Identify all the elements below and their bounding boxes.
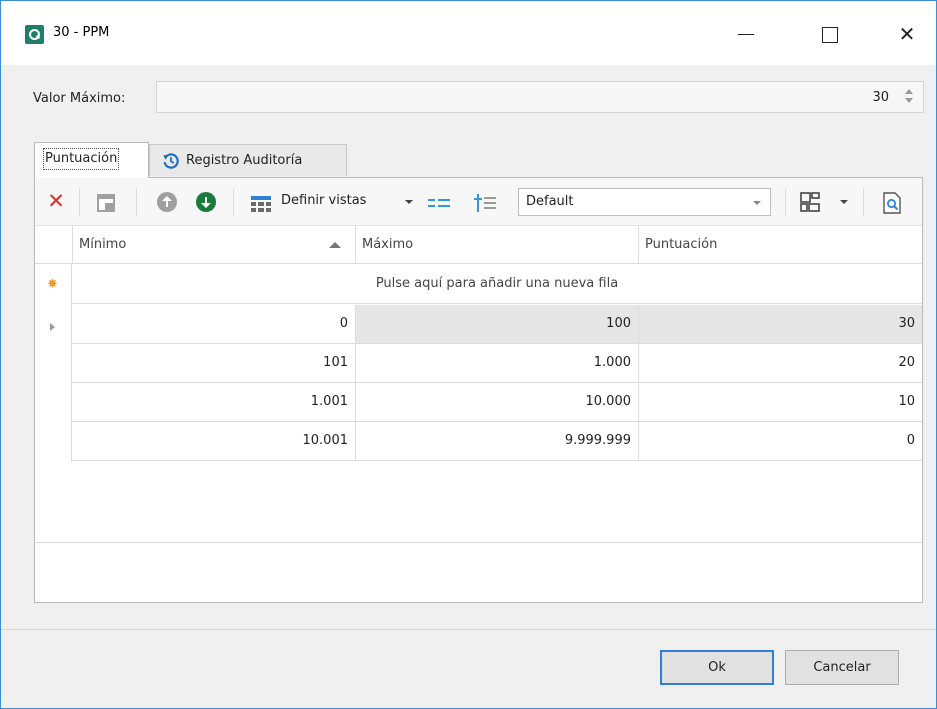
expand-lines-icon[interactable] [474,194,496,212]
history-icon [163,153,179,169]
sort-ascending-icon [329,242,341,248]
grid-header: Mínimo Máximo Puntuación [35,226,922,264]
window-title: 30 - PPM [53,25,110,40]
column-header-label: Máximo [362,237,414,252]
toolbar-separator [863,188,864,216]
table-row[interactable]: 101 1.000 20 [72,344,922,383]
cell-puntuacion[interactable]: 0 [638,422,922,460]
cell-maximo[interactable]: 9.999.999 [355,422,638,460]
move-down-icon[interactable] [196,192,216,212]
column-header-maximo[interactable]: Máximo [355,226,638,264]
app-logo-icon [25,25,44,44]
puntuacion-panel: ✕ Definir vistas Default Mínimo Máximo P… [34,177,923,603]
cell-minimo[interactable]: 1.001 [72,383,355,421]
window-icon[interactable] [97,194,115,212]
spin-down-icon[interactable] [905,98,913,103]
valor-maximo-value: 30 [872,90,889,105]
current-row-indicator-icon [50,323,55,331]
chevron-down-icon[interactable] [405,200,413,204]
cancel-button[interactable]: Cancelar [785,650,899,685]
spin-up-icon[interactable] [905,89,913,94]
cell-maximo[interactable]: 1.000 [355,344,638,382]
title-bar: 30 - PPM ✕ [1,1,936,65]
delete-icon[interactable]: ✕ [46,190,66,214]
toolbar-separator [136,188,137,216]
chevron-down-icon[interactable] [753,201,761,205]
chevron-down-icon[interactable] [840,200,848,204]
layout-icon[interactable] [800,192,820,212]
ok-button[interactable]: Ok [660,650,774,685]
move-up-icon[interactable] [157,192,177,212]
tab-puntuacion-label: Puntuación [43,148,120,170]
view-select[interactable]: Default [518,188,771,216]
table-row[interactable]: 10.001 9.999.999 0 [72,422,922,461]
grid-views-icon[interactable] [251,196,271,212]
table-row[interactable]: 0 100 30 [72,305,922,344]
cell-puntuacion[interactable]: 10 [638,383,922,421]
column-header-minimo[interactable]: Mínimo [72,226,355,264]
column-header-puntuacion[interactable]: Puntuación [638,226,922,264]
tab-registro-auditoria[interactable]: Registro Auditoría [149,144,347,176]
cell-minimo[interactable]: 10.001 [72,422,355,460]
maximize-button[interactable] [807,17,853,51]
tab-puntuacion[interactable]: Puntuación [34,142,149,178]
cell-minimo[interactable]: 0 [72,305,355,343]
collapse-lines-icon[interactable] [428,196,450,210]
column-header-label: Mínimo [79,237,127,252]
valor-maximo-spinner[interactable] [903,87,915,107]
new-row-star-icon: ✸ [47,277,58,292]
valor-maximo-label: Valor Máximo: [33,91,126,106]
cell-puntuacion[interactable]: 30 [638,305,922,343]
cell-minimo[interactable]: 101 [72,344,355,382]
view-select-value: Default [526,194,574,209]
toolbar-separator [233,188,234,216]
footer-divider [1,629,936,630]
grid-footer-divider [35,542,922,543]
minimize-button[interactable] [723,17,769,51]
new-row-prompt[interactable]: Pulse aquí para añadir una nueva fila [72,264,922,304]
cell-maximo[interactable]: 10.000 [355,383,638,421]
valor-maximo-input[interactable]: 30 [156,81,924,113]
toolbar-separator [79,188,80,216]
toolbar-separator [785,188,786,216]
tab-registro-label: Registro Auditoría [186,153,303,168]
cell-maximo[interactable]: 100 [355,305,638,343]
column-header-label: Puntuación [645,237,718,252]
dialog-window: 30 - PPM ✕ Valor Máximo: 30 Puntuación R… [0,0,937,709]
grid-toolbar: ✕ Definir vistas Default [35,178,922,226]
cell-puntuacion[interactable]: 20 [638,344,922,382]
definir-vistas-button[interactable]: Definir vistas [281,193,366,208]
close-button[interactable]: ✕ [884,17,930,51]
row-indicator-column [35,264,72,462]
print-preview-icon[interactable] [883,192,901,214]
table-row[interactable]: 1.001 10.000 10 [72,383,922,422]
